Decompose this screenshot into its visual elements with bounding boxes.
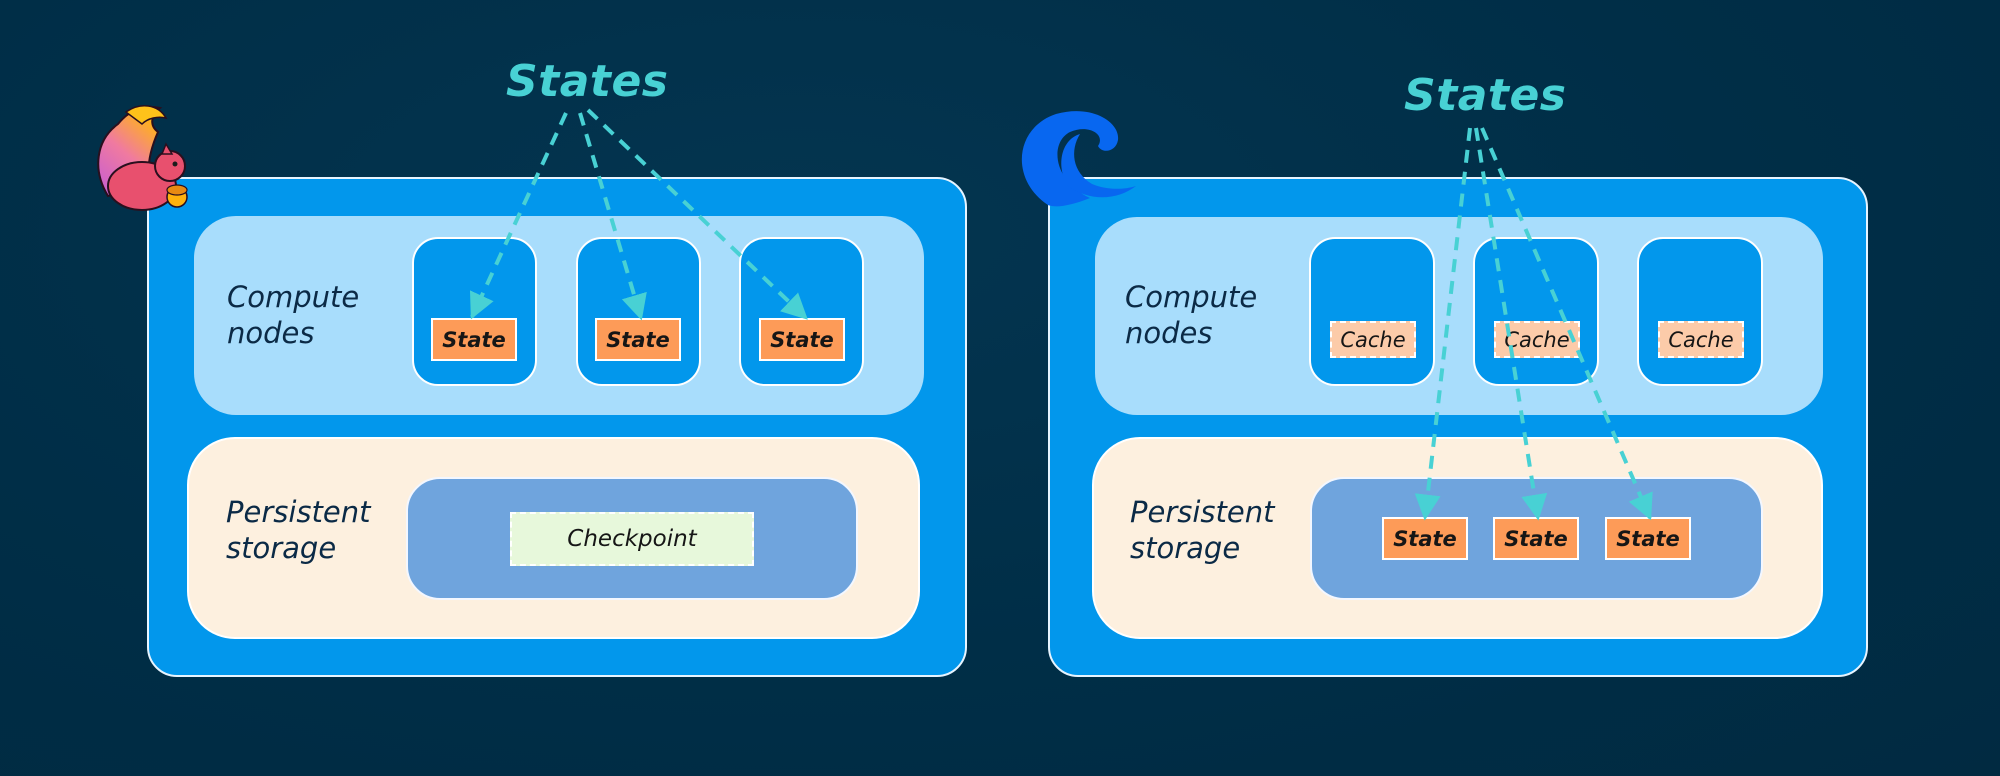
right-compute-node-1	[1309, 237, 1435, 386]
right-compute-label: Compute nodes	[1125, 279, 1257, 351]
left-node-2-state: State	[595, 318, 681, 361]
left-compute-label: Compute nodes	[227, 279, 359, 351]
right-compute-node-2	[1473, 237, 1599, 386]
right-compute-label-line2: nodes	[1125, 316, 1213, 350]
left-storage-label-line2: storage	[226, 531, 337, 565]
right-node-2-cache: Cache	[1494, 321, 1580, 358]
right-compute-label-line1: Compute	[1125, 280, 1258, 314]
right-storage-label-line2: storage	[1130, 531, 1241, 565]
right-states-title: States	[1404, 70, 1567, 121]
left-states-title: States	[506, 56, 669, 107]
right-node-3-cache: Cache	[1658, 321, 1744, 358]
left-compute-node-2	[576, 237, 701, 386]
checkpoint-box: Checkpoint	[510, 512, 754, 566]
right-storage-state-2: State	[1493, 517, 1579, 560]
right-storage-label-line1: Persistent	[1130, 495, 1275, 529]
right-compute-node-3	[1637, 237, 1763, 386]
left-compute-label-line2: nodes	[227, 316, 315, 350]
left-node-3-state: State	[759, 318, 845, 361]
left-node-1-state: State	[431, 318, 517, 361]
right-node-1-cache: Cache	[1330, 321, 1416, 358]
left-compute-node-3	[739, 237, 864, 386]
right-storage-state-1: State	[1382, 517, 1468, 560]
left-storage-label-line1: Persistent	[226, 495, 371, 529]
right-storage-state-3: State	[1605, 517, 1691, 560]
left-compute-label-line1: Compute	[227, 280, 360, 314]
right-storage-label: Persistent storage	[1130, 494, 1275, 566]
left-storage-label: Persistent storage	[226, 494, 371, 566]
left-compute-node-1	[412, 237, 537, 386]
